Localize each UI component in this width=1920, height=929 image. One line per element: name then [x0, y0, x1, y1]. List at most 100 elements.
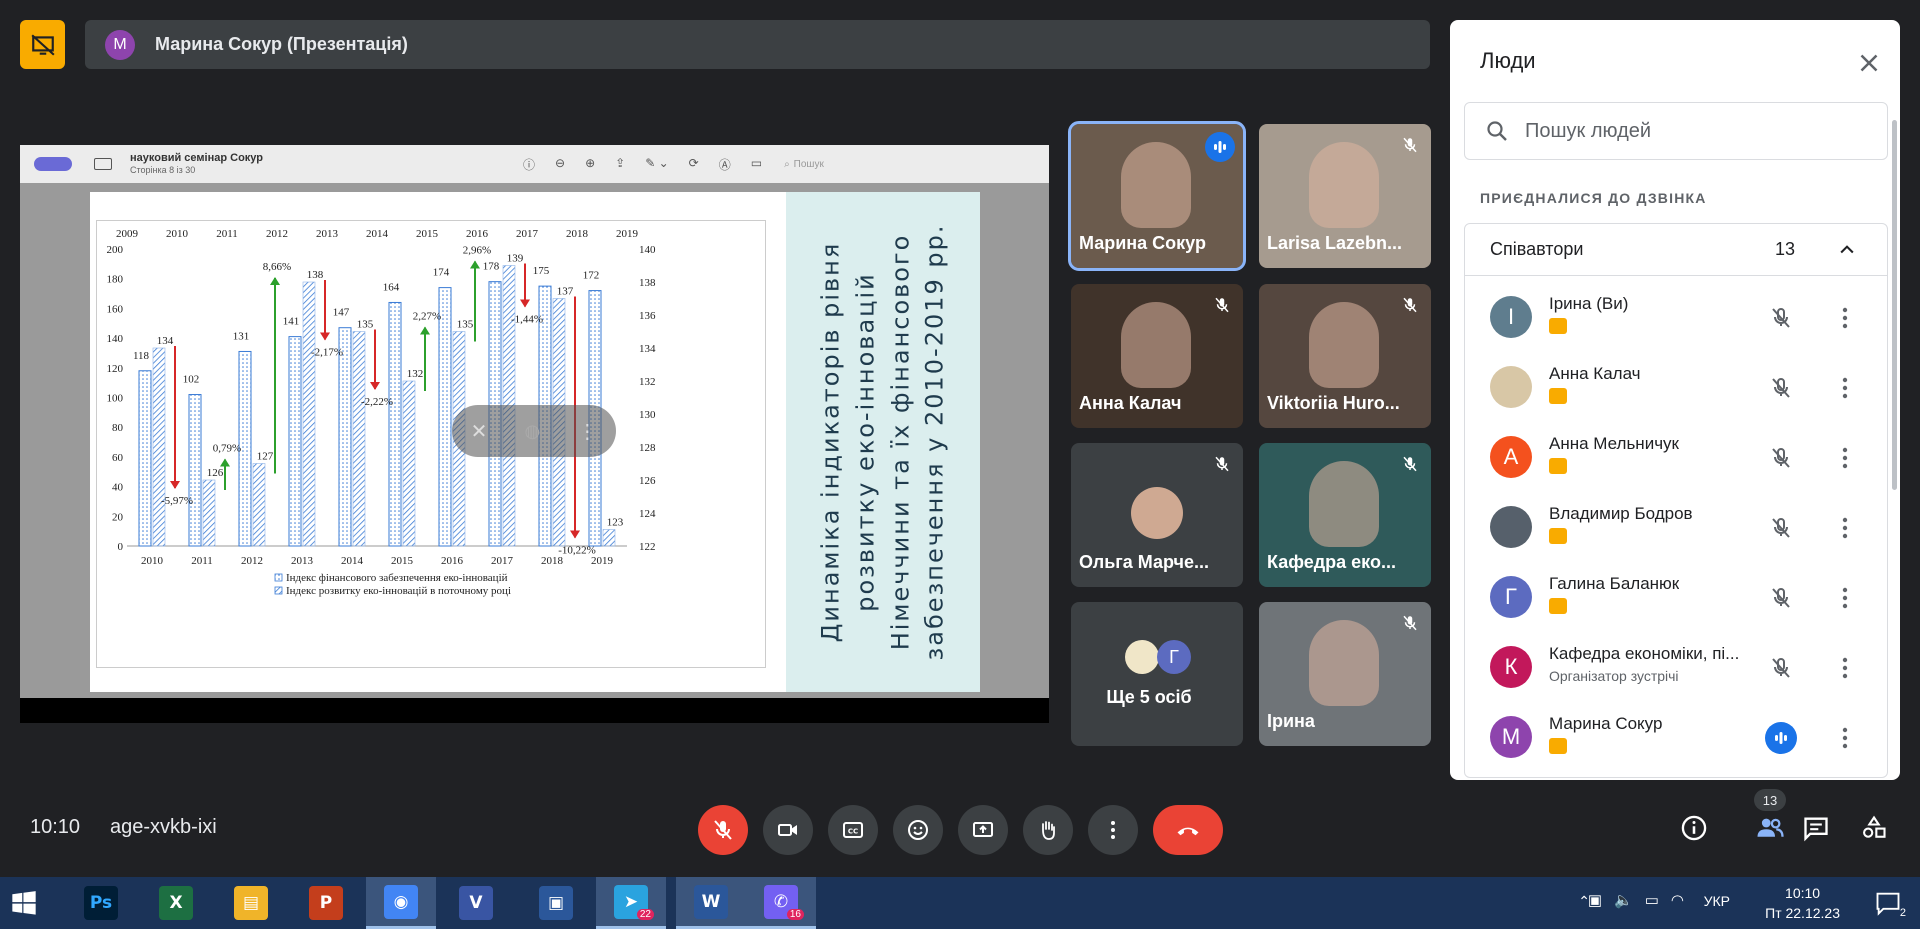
zoom-in-icon[interactable]: ⊕ [585, 156, 595, 173]
pin-off-icon[interactable]: ✕ [471, 419, 488, 444]
participant-video [1309, 302, 1379, 388]
more-vert-icon[interactable] [1833, 442, 1857, 474]
present-screen-button[interactable] [958, 805, 1008, 855]
people-search-input[interactable]: Пошук людей [1464, 102, 1888, 160]
more-vert-icon[interactable] [1833, 302, 1857, 334]
mic-off-icon[interactable] [1765, 372, 1797, 404]
taskbar-app-button[interactable]: Ps [66, 877, 136, 929]
participant-tile[interactable]: Ірина [1259, 602, 1431, 746]
participant-tile[interactable]: Г Ще 5 осіб [1071, 602, 1243, 746]
taskbar-app-button[interactable]: W [676, 877, 746, 929]
chevron-up-icon[interactable] [1837, 240, 1857, 260]
taskbar-app-button[interactable]: P [291, 877, 361, 929]
mic-off-icon [1397, 132, 1423, 158]
activities-icon [1863, 815, 1886, 838]
activities-button[interactable] [1856, 810, 1892, 846]
view-mode-icon[interactable] [94, 158, 112, 170]
mic-off-icon[interactable] [1765, 582, 1797, 614]
x-category-label: 2015 [391, 555, 414, 567]
more-vert-icon[interactable] [1833, 512, 1857, 544]
y-right-tick-label: 140 [639, 244, 656, 256]
info-icon[interactable]: ⓘ [523, 156, 535, 173]
viewer-search-input[interactable]: Пошук [794, 159, 824, 170]
taskbar-app-button[interactable]: V [441, 877, 511, 929]
participant-name: Кафедра економіки, пі... [1549, 644, 1740, 663]
participant-list-item[interactable]: М Марина Сокур [1465, 704, 1887, 774]
bar-development-index [302, 281, 316, 547]
mic-off-icon[interactable] [1765, 652, 1797, 684]
taskbar-app-button[interactable]: ✆ 16 [746, 877, 816, 929]
input-language[interactable]: УКР [1704, 893, 1730, 909]
y-right-tick-label: 122 [639, 541, 656, 553]
slide-title-line-3: Німеччини та їх фінансового [886, 233, 914, 651]
participant-list-item[interactable]: К Кафедра економіки, пі... Організатор зус… [1465, 634, 1887, 704]
participant-tile[interactable]: Анна Калач [1071, 284, 1243, 428]
start-button[interactable] [10, 889, 38, 917]
taskbar-app-button[interactable]: X [141, 877, 211, 929]
sidebar-toggle-icon[interactable] [34, 157, 72, 171]
annotate-icon[interactable]: Ⓐ [719, 156, 731, 173]
taskbar-clock[interactable]: 10:10 Пт 22.12.23 [1765, 883, 1840, 923]
taskbar-app-button[interactable]: ◉ [366, 877, 436, 929]
participant-list-item[interactable]: А Анна Мельничук [1465, 424, 1887, 494]
slide-title-line-1: Динаміка індикаторів рівня [816, 241, 845, 643]
leave-call-button[interactable] [1153, 805, 1223, 855]
participant-role: Організатор зустрічі [1549, 668, 1679, 684]
share-icon[interactable]: ⇪ [615, 156, 625, 173]
raise-hand-button[interactable] [1023, 805, 1073, 855]
more-options-icon[interactable]: ⋮ [577, 419, 597, 444]
participant-tile[interactable]: Марина Сокур [1068, 121, 1246, 271]
y-right-tick-label: 136 [639, 310, 656, 322]
more-vert-icon[interactable] [1833, 652, 1857, 684]
participant-list-item[interactable]: Г Галина Баланюк [1465, 564, 1887, 634]
taskbar-app-button[interactable]: ➤ 22 [596, 877, 666, 929]
close-icon[interactable] [1854, 48, 1884, 78]
mute-tile-icon[interactable]: ◍ [525, 421, 541, 442]
participant-list-item[interactable]: Владимир Бодров [1465, 494, 1887, 564]
chat-button[interactable] [1798, 810, 1834, 846]
microphone-toggle-button[interactable] [698, 805, 748, 855]
taskbar-app-button[interactable]: ▣ [521, 877, 591, 929]
participant-tile[interactable]: Кафедра еко... [1259, 443, 1431, 587]
participant-avatar [1490, 506, 1532, 548]
camera-toggle-button[interactable] [763, 805, 813, 855]
markup-icon[interactable]: ✎ ⌄ [645, 156, 668, 173]
form-icon[interactable]: ▭ [751, 156, 762, 173]
action-center-button[interactable]: 2 [1874, 889, 1906, 919]
more-options-button[interactable] [1088, 805, 1138, 855]
taskbar-app-button[interactable]: ▤ [216, 877, 286, 929]
reactions-button[interactable] [893, 805, 943, 855]
contributors-label: Співавтори [1490, 239, 1584, 259]
contributors-header[interactable]: Співавтори 13 [1465, 224, 1887, 276]
mic-off-icon[interactable] [1765, 442, 1797, 474]
more-vert-icon[interactable] [1833, 722, 1857, 754]
change-arrowhead [270, 277, 280, 285]
meeting-details-button[interactable] [1676, 810, 1712, 846]
volume-icon[interactable]: 🔈 [1614, 891, 1633, 909]
participant-list-item[interactable]: Анна Калач [1465, 354, 1887, 424]
wifi-icon[interactable]: ◠ [1671, 891, 1684, 909]
mic-off-icon[interactable] [1765, 512, 1797, 544]
participant-name: Ольга Марче... [1079, 552, 1210, 572]
y-left-tick-label: 60 [112, 452, 124, 464]
participant-tile[interactable]: Viktoriia Huro... [1259, 284, 1431, 428]
shared-screen[interactable]: науковий семінар Сокур Сторінка 8 із 30 … [20, 145, 1049, 723]
y-left-tick-label: 80 [112, 422, 124, 434]
participant-list-item[interactable]: І Ірина (Ви) [1465, 284, 1887, 354]
more-vert-icon[interactable] [1833, 582, 1857, 614]
people-button[interactable] [1752, 810, 1788, 846]
battery-icon[interactable]: ▭ [1645, 891, 1659, 909]
participant-tile[interactable]: Ольга Марче... [1071, 443, 1243, 587]
speaking-indicator-icon[interactable] [1765, 722, 1797, 754]
participant-tile[interactable]: Larisa Lazebn... [1259, 124, 1431, 268]
panel-scrollbar[interactable] [1892, 120, 1897, 490]
rotate-icon[interactable]: ⟳ [689, 156, 699, 173]
captions-button[interactable]: CC [828, 805, 878, 855]
zoom-out-icon[interactable]: ⊖ [555, 156, 565, 173]
x-category-label: 2018 [541, 555, 564, 567]
more-vert-icon[interactable] [1833, 372, 1857, 404]
mic-off-icon [1209, 451, 1235, 477]
mic-off-icon[interactable] [1765, 302, 1797, 334]
network-warning-icon[interactable]: ▣ [1588, 891, 1602, 909]
change-arrowhead [320, 332, 330, 341]
